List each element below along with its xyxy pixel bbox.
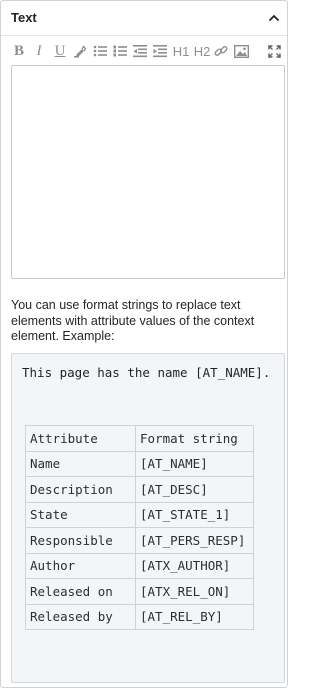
format-strings-table: Attribute Format string Name [AT_NAME] D… <box>25 425 254 630</box>
column-header: Attribute <box>25 425 136 452</box>
heading-1-button[interactable]: H1 <box>172 41 190 61</box>
format-string-cell: [ATX_AUTHOR] <box>135 552 254 579</box>
italic-button[interactable]: I <box>31 41 47 61</box>
format-string-cell: [AT_DESC] <box>135 476 254 503</box>
bold-button[interactable]: B <box>11 41 27 61</box>
table-row: State [AT_STATE_1] <box>25 501 254 528</box>
example-box: This page has the name [AT_NAME]. Attrib… <box>11 353 285 683</box>
attribute-cell: Description <box>25 476 136 503</box>
table-header-row: Attribute Format string <box>25 425 254 452</box>
outdent-icon[interactable] <box>132 41 148 61</box>
fullscreen-icon[interactable] <box>266 41 282 61</box>
column-header: Format string <box>135 425 254 452</box>
panel-header[interactable]: Text <box>1 1 287 35</box>
format-string-cell: [AT_REL_BY] <box>135 603 254 630</box>
attribute-cell: Name <box>25 450 136 477</box>
table-row: Responsible [AT_PERS_RESP] <box>25 527 254 554</box>
table-row: Released by [AT_REL_BY] <box>25 603 254 630</box>
table-row: Description [AT_DESC] <box>25 476 254 503</box>
link-icon[interactable] <box>213 41 229 61</box>
numbered-list-icon[interactable] <box>112 41 128 61</box>
table-row: Name [AT_NAME] <box>25 450 254 477</box>
attribute-cell: State <box>25 501 136 528</box>
highlighter-icon[interactable] <box>72 41 88 61</box>
help-text: You can use format strings to replace te… <box>11 298 255 343</box>
panel-title: Text <box>11 10 37 25</box>
text-editor[interactable] <box>11 65 285 279</box>
bullet-list-icon[interactable] <box>92 41 108 61</box>
format-string-cell: [ATX_REL_ON] <box>135 578 254 605</box>
indent-icon[interactable] <box>152 41 168 61</box>
editor-toolbar: B I U H1 H2 <box>11 41 281 61</box>
table-row: Released on [ATX_REL_ON] <box>25 578 254 605</box>
attribute-cell: Responsible <box>25 527 136 554</box>
attribute-cell: Author <box>25 552 136 579</box>
chevron-up-icon[interactable] <box>267 11 281 25</box>
header-divider <box>1 35 287 36</box>
format-string-cell: [AT_NAME] <box>135 450 254 477</box>
format-string-cell: [AT_STATE_1] <box>135 501 254 528</box>
format-string-cell: [AT_PERS_RESP] <box>135 527 254 554</box>
heading-2-button[interactable]: H2 <box>193 41 211 61</box>
example-line: This page has the name [AT_NAME]. <box>22 365 271 380</box>
table-row: Author [ATX_AUTHOR] <box>25 552 254 579</box>
underline-button[interactable]: U <box>52 41 68 61</box>
image-icon[interactable] <box>233 41 249 61</box>
attribute-cell: Released on <box>25 578 136 605</box>
attribute-cell: Released by <box>25 603 136 630</box>
text-panel: Text B I U H1 H2 You can use format stri… <box>0 0 288 688</box>
